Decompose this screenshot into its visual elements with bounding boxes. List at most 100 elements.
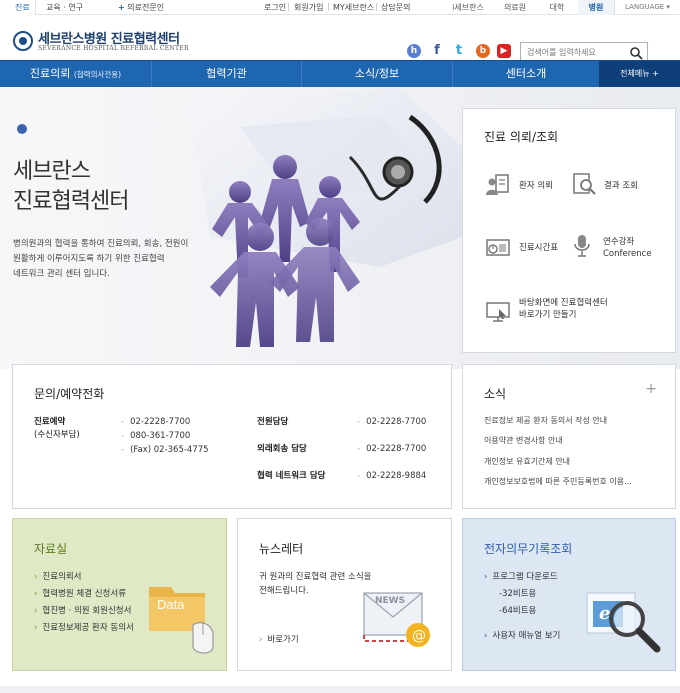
transfer-phone[interactable]: 02-2228-7700 [366,417,426,427]
facebook-icon[interactable]: f [430,44,444,58]
my-severance-link[interactable]: MY세브란스 [333,2,374,13]
reservation-label-main: 진료예약 [34,417,66,427]
newsletter-desc: 귀 원과의 진료협력 관련 소식을 전해드립니다. [259,570,371,598]
reservation-label-sub: (수신자부담) [34,430,80,440]
arrow-right-icon: › [34,623,38,633]
site-tab-medical-center[interactable]: 의료원 [494,0,536,15]
all-menu-button[interactable]: 전체메뉴 + [599,61,680,88]
outpatient-phone-row: -02-2228-7700 [357,444,427,454]
news-item[interactable]: 개인정보 유효기간제 안내 [484,456,664,467]
main-nav: 진료의뢰 (협력의사전용) 협력기관 소식/정보 센터소개 전체메뉴 + [0,60,680,88]
microphone-icon[interactable] [569,233,595,259]
envelope-label: NEWS [375,596,406,606]
contact-panel: 문의/예약전화 진료예약 (수신자부담) -02-2228-7700 -080-… [12,364,452,509]
newsletter-link-label: 바로가기 [267,635,299,645]
desktop-shortcut-icon[interactable] [485,299,511,325]
slide-indicator[interactable] [17,124,27,134]
network-phone[interactable]: 02-2228-9884 [366,471,426,481]
outpatient-phone[interactable]: 02-2228-7700 [366,444,426,454]
reservation-fax: (Fax) 02-365-4775 [130,445,209,455]
schedule-link[interactable]: 진료시간표 [519,242,558,254]
e-logo-icon: e [599,603,611,624]
reservation-phone-2[interactable]: 080-361-7700 [130,431,190,441]
blog-icon[interactable]: b [476,44,490,58]
program-download: › 프로그램 다운로드 [484,570,558,582]
network-label: 협력 네트워크 담당 [257,471,326,481]
language-select[interactable]: LANGUAGE ▾ [614,0,680,15]
conference-label: Conference [603,249,652,259]
emr-panel: 전자의무기록조회 › 프로그램 다운로드 -32비트용 -64비트용 › 사용자 매… [462,518,676,671]
nav-referral[interactable]: 진료의뢰 (협력의사전용) [0,61,152,88]
home-icon[interactable]: h [407,44,421,58]
shortcut-line1: 바탕화면에 진료협력센터 [519,298,608,308]
signup-link[interactable]: 회원가입 [294,2,323,13]
emr-title[interactable]: 전자의무기록조회 [484,540,572,557]
result-lookup-icon[interactable] [571,171,597,197]
data-room-item[interactable]: › 협력병원 체결 신청서류 [34,587,126,599]
newsletter-desc-line2: 전해드립니다. [259,586,309,596]
site-tab-university[interactable]: 대학 [536,0,578,15]
patient-referral-link[interactable]: 환자 의뢰 [519,180,553,192]
svg-text:@: @ [412,628,426,644]
login-link[interactable]: 로그인 [264,2,286,13]
arrow-right-icon: › [34,606,38,616]
consult-link[interactable]: 상담문의 [381,2,410,13]
logo-emblem-icon[interactable] [13,31,33,51]
arrow-right-icon: › [259,635,263,645]
newsletter-desc-line1: 귀 원과의 진료협력 관련 소식을 [259,572,372,582]
news-item[interactable]: 이용약관 변경사항 안내 [484,435,664,446]
language-label: LANGUAGE [625,3,665,11]
nav-news-info[interactable]: 소식/정보 [302,61,453,88]
user-manual-label: 사용자 매뉴얼 보기 [492,631,561,641]
search-input[interactable] [527,48,627,57]
news-panel: 소식 + 진료정보 제공 환자 동의서 작성 안내 이용약관 변경사항 안내 개… [462,364,676,509]
download-64bit-link[interactable]: -64비트용 [499,604,536,616]
schedule-icon[interactable] [485,234,511,260]
nav-partners[interactable]: 협력기관 [152,61,302,88]
shortcut-line2: 바로가기 만들기 [519,310,577,320]
newsletter-link[interactable]: › 바로가기 [259,633,299,645]
tab-medical-professional-label: 의료전문인 [127,3,165,12]
training-label: 연수강좌 [603,237,635,247]
youtube-icon[interactable]: ▶ [497,44,511,58]
news-title: 소식 [484,387,507,401]
training-link[interactable]: 연수강좌 Conference [603,236,652,260]
site-header: 세브란스병원 진료협력센터 SEVERANCE HOSPITAL REFERRA… [0,15,680,64]
newsletter-title[interactable]: 뉴스레터 [259,540,303,557]
news-item[interactable]: 진료정보 제공 환자 동의서 작성 안내 [484,415,664,426]
transfer-label: 전원담당 [257,417,289,427]
transfer-phone-row: -02-2228-7700 [357,417,427,427]
user-manual-link[interactable]: › 사용자 매뉴얼 보기 [484,629,560,641]
data-room-item-label: 진료정보제공 환자 동의서 [42,623,134,633]
data-room-item-label: 진료의뢰서 [42,572,82,582]
data-room-item[interactable]: › 진료정보제공 환자 동의서 [34,621,134,633]
twitter-icon[interactable]: t [452,44,466,58]
patient-referral-icon[interactable] [485,171,511,197]
search-icon[interactable] [629,46,643,60]
result-lookup-link[interactable]: 결과 조회 [604,180,638,192]
newsletter-envelope-icon: @ [363,592,430,647]
paper-people-illustration [190,87,462,347]
data-room-title[interactable]: 자료실 [34,540,67,557]
arrow-right-icon: › [34,589,38,599]
data-room-item[interactable]: › 협진병 · 의원 회원신청서 [34,604,131,616]
tab-education[interactable]: 교육 · 연구 [46,2,83,13]
desktop-shortcut-link[interactable]: 바탕화면에 진료협력센터 바로가기 만들기 [519,297,608,321]
site-tab-iseverance[interactable]: i세브란스 [442,0,494,15]
arrow-right-icon: › [484,572,488,582]
network-phone-row: -02-2228-9884 [357,471,427,481]
hero-title-line2: 진료협력센터 [13,189,129,214]
news-more-button[interactable]: + [645,381,657,397]
tab-care[interactable]: 진료 [0,0,36,15]
data-room-item-label: 협진병 · 의원 회원신청서 [42,606,132,616]
site-tab-hospital[interactable]: 병원 [578,0,614,15]
data-room-item[interactable]: › 진료의뢰서 [34,570,82,582]
tab-medical-professional[interactable]: + 의료전문인 [118,2,164,13]
nav-referral-sub: (협력의사전용) [73,70,122,79]
divider: | [375,2,378,11]
nav-center-intro[interactable]: 센터소개 [453,61,599,88]
outpatient-label: 외래회송 담당 [257,444,307,454]
download-32bit-link[interactable]: -32비트용 [499,587,536,599]
news-item[interactable]: 개인정보보호법에 따른 주민등록번호 이용... [484,476,664,487]
reservation-phone-1[interactable]: 02-2228-7700 [130,417,190,427]
